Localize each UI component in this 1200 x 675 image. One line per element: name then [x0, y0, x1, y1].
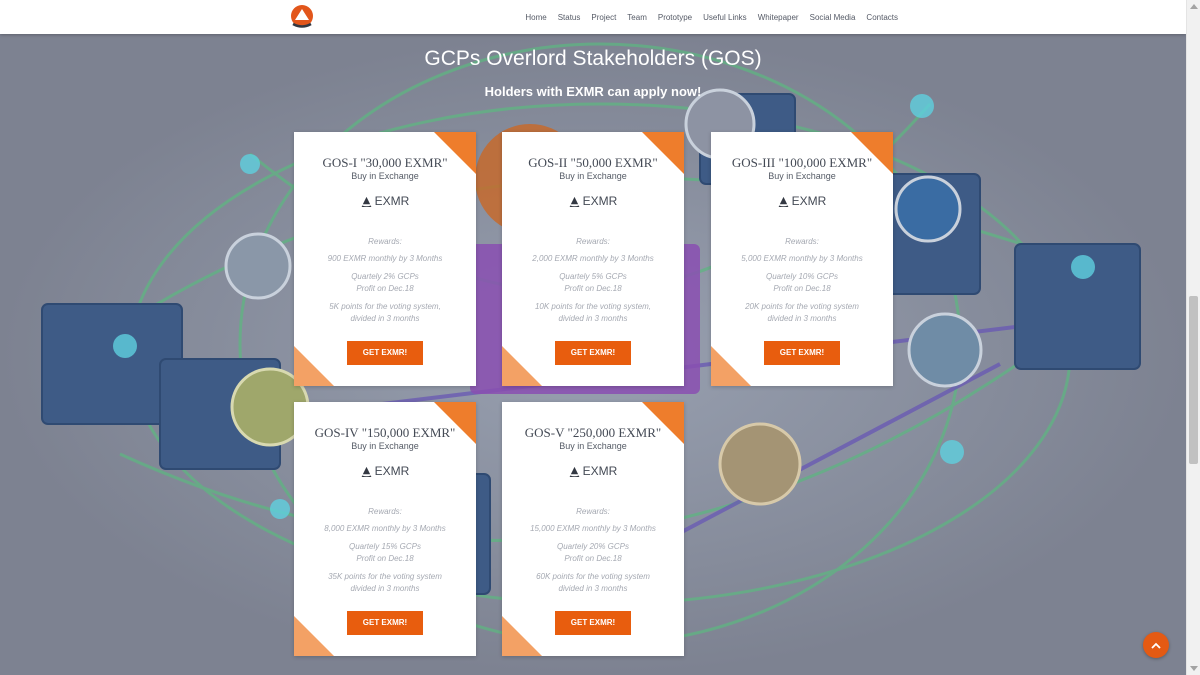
card-token: EXMR [502, 194, 684, 208]
reward-monthly: 15,000 EXMR monthly by 3 Months [530, 524, 656, 533]
nav-whitepaper[interactable]: Whitepaper [758, 13, 799, 22]
reward-profit: Profit on Dec.18 [564, 554, 622, 563]
reward-points-duration: divided in 3 months [558, 314, 628, 323]
nav-home[interactable]: Home [525, 13, 546, 22]
exmr-token-icon [569, 196, 579, 207]
card-title: GOS-III "100,000 EXMR" [731, 155, 873, 170]
exmr-token-icon [778, 196, 788, 207]
rewards-label: Rewards: [368, 237, 402, 246]
plan-card-gos-i: GOS-I "30,000 EXMR" Buy in Exchange EXMR… [294, 132, 476, 386]
get-exmr-button[interactable]: GET EXMR! [555, 611, 631, 635]
get-exmr-button[interactable]: GET EXMR! [555, 341, 631, 365]
card-token: EXMR [711, 194, 893, 208]
back-to-top-button[interactable] [1143, 632, 1169, 658]
exmr-logo-icon[interactable] [289, 4, 315, 30]
card-subtitle: Buy in Exchange [768, 171, 836, 181]
reward-monthly: 2,000 EXMR monthly by 3 Months [532, 254, 654, 263]
reward-points: 60K points for the voting system [536, 572, 650, 581]
reward-quarterly: Quartely 20% GCPs [556, 542, 630, 551]
card-corner-decoration [502, 346, 542, 386]
plan-card-gos-v: GOS-V "250,000 EXMR" Buy in Exchange EXM… [502, 402, 684, 656]
card-token: EXMR [294, 464, 476, 478]
nav-team[interactable]: Team [627, 13, 647, 22]
reward-profit: Profit on Dec.18 [773, 284, 831, 293]
nav-prototype[interactable]: Prototype [658, 13, 692, 22]
card-token: EXMR [502, 464, 684, 478]
reward-points: 10K points for the voting system, [534, 302, 652, 311]
reward-profit: Profit on Dec.18 [564, 284, 622, 293]
reward-quarterly: Quartely 10% GCPs [765, 272, 839, 281]
scroll-down-arrow-icon[interactable] [1190, 666, 1198, 671]
card-title: GOS-I "30,000 EXMR" [322, 155, 448, 170]
reward-points-duration: divided in 3 months [767, 314, 837, 323]
nav-status[interactable]: Status [558, 13, 581, 22]
card-corner-decoration [711, 346, 751, 386]
page-scrollbar[interactable] [1186, 0, 1200, 675]
token-name: EXMR [374, 194, 410, 208]
card-corner-decoration [294, 346, 334, 386]
token-name: EXMR [791, 194, 827, 208]
token-name: EXMR [582, 464, 618, 478]
card-title: GOS-IV "150,000 EXMR" [314, 425, 456, 440]
token-name: EXMR [582, 194, 618, 208]
page-title: GCPs Overlord Stakeholders (GOS) [424, 47, 762, 70]
reward-points-duration: divided in 3 months [558, 584, 628, 593]
nav-menu: Home Status Project Team Prototype Usefu… [514, 0, 898, 34]
get-exmr-button[interactable]: GET EXMR! [347, 341, 423, 365]
reward-monthly: 5,000 EXMR monthly by 3 Months [741, 254, 863, 263]
token-name: EXMR [374, 464, 410, 478]
rewards-label: Rewards: [576, 237, 610, 246]
reward-quarterly: Quartely 15% GCPs [348, 542, 422, 551]
card-token: EXMR [294, 194, 476, 208]
plan-card-gos-ii: GOS-II "50,000 EXMR" Buy in Exchange EXM… [502, 132, 684, 386]
reward-profit: Profit on Dec.18 [356, 284, 414, 293]
scrollbar-thumb[interactable] [1189, 296, 1198, 464]
reward-monthly: 8,000 EXMR monthly by 3 Months [324, 524, 446, 533]
plan-card-gos-iii: GOS-III "100,000 EXMR" Buy in Exchange E… [711, 132, 893, 386]
rewards-label: Rewards: [368, 507, 402, 516]
page-subtitle: Holders with EXMR can apply now! [484, 84, 702, 99]
exmr-token-icon [569, 466, 579, 477]
reward-points-duration: divided in 3 months [350, 584, 420, 593]
exmr-token-icon [361, 466, 371, 477]
nav-useful-links[interactable]: Useful Links [703, 13, 747, 22]
exmr-token-icon [361, 196, 371, 207]
reward-points: 35K points for the voting system [328, 572, 442, 581]
reward-points: 5K points for the voting system, [329, 302, 441, 311]
reward-quarterly: Quartely 2% GCPs [351, 272, 419, 281]
chevron-up-icon [1151, 642, 1161, 649]
get-exmr-button[interactable]: GET EXMR! [764, 341, 840, 365]
nav-contacts[interactable]: Contacts [866, 13, 898, 22]
reward-quarterly: Quartely 5% GCPs [559, 272, 627, 281]
reward-points: 20K points for the voting system [745, 302, 859, 311]
rewards-label: Rewards: [576, 507, 610, 516]
card-title: GOS-II "50,000 EXMR" [528, 155, 658, 170]
plan-card-gos-iv: GOS-IV "150,000 EXMR" Buy in Exchange EX… [294, 402, 476, 656]
nav-social-media[interactable]: Social Media [810, 13, 856, 22]
card-subtitle: Buy in Exchange [559, 441, 627, 451]
card-subtitle: Buy in Exchange [351, 171, 419, 181]
reward-points-duration: divided in 3 months [350, 314, 420, 323]
get-exmr-button[interactable]: GET EXMR! [347, 611, 423, 635]
card-subtitle: Buy in Exchange [559, 171, 627, 181]
reward-profit: Profit on Dec.18 [356, 554, 414, 563]
rewards-label: Rewards: [785, 237, 819, 246]
card-title: GOS-V "250,000 EXMR" [524, 425, 662, 440]
card-corner-decoration [294, 616, 334, 656]
reward-monthly: 900 EXMR monthly by 3 Months [327, 254, 443, 263]
card-subtitle: Buy in Exchange [351, 441, 419, 451]
scroll-up-arrow-icon[interactable] [1190, 4, 1198, 9]
card-corner-decoration [502, 616, 542, 656]
nav-project[interactable]: Project [591, 13, 616, 22]
top-navbar: Home Status Project Team Prototype Usefu… [0, 0, 1186, 34]
